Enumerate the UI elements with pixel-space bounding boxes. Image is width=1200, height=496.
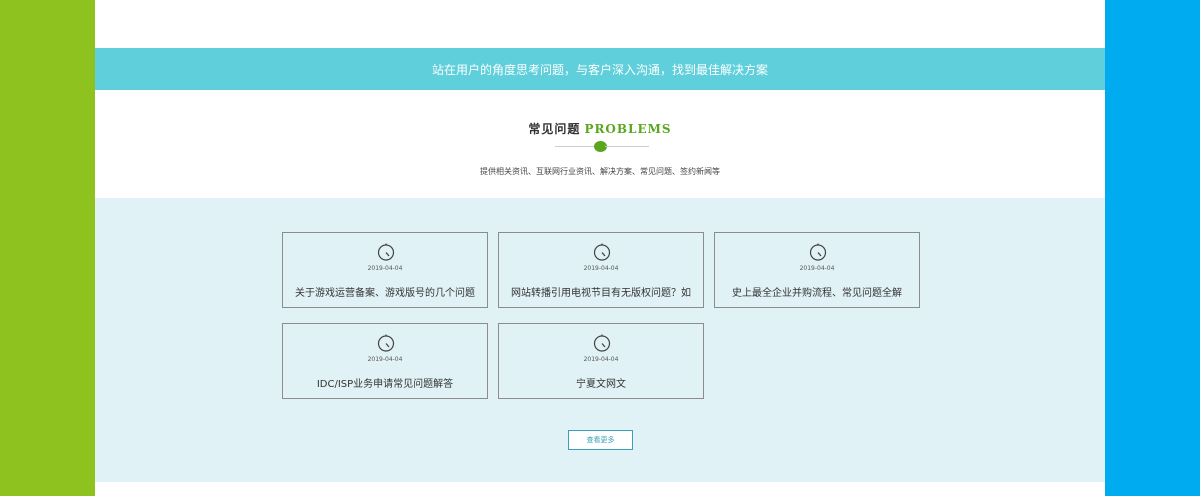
clock-icon — [377, 334, 395, 352]
article-date: 2019-04-04 — [583, 265, 619, 272]
section-subtitle: 提供相关资讯、互联网行业资讯、解决方案、常见问题、签约新闻等 — [480, 167, 720, 176]
title-divider-left — [555, 146, 599, 147]
section-title: 常见问题 PROBLEMS — [95, 120, 1105, 137]
clock-icon — [809, 243, 827, 261]
article-date: 2019-04-04 — [799, 265, 835, 272]
article-card[interactable]: 2019-04-04 关于游戏运营备案、游戏版号的几个问题 — [282, 232, 488, 308]
article-card[interactable]: 2019-04-04 宁夏文网文 — [498, 323, 704, 399]
article-title[interactable]: 网站转播引用电视节目有无版权问题？如 — [499, 284, 703, 299]
article-card[interactable]: 2019-04-04 网站转播引用电视节目有无版权问题？如 — [498, 232, 704, 308]
article-title[interactable]: 关于游戏运营备案、游戏版号的几个问题 — [283, 284, 487, 299]
section-title-cn: 常见问题 — [528, 122, 581, 136]
article-date: 2019-04-04 — [367, 356, 403, 363]
problems-panel: 2019-04-04 关于游戏运营备案、游戏版号的几个问题 2019-04-04… — [95, 198, 1105, 482]
clock-icon — [593, 243, 611, 261]
article-date: 2019-04-04 — [367, 265, 403, 272]
article-date: 2019-04-04 — [583, 356, 619, 363]
article-title[interactable]: IDC/ISP业务申请常见问题解答 — [283, 375, 487, 390]
article-title[interactable]: 宁夏文网文 — [499, 375, 703, 390]
slogan-banner: 站在用户的角度思考问题，与客户深入沟通，找到最佳解决方案 — [95, 48, 1105, 90]
main-content: 站在用户的角度思考问题，与客户深入沟通，找到最佳解决方案 常见问题 PROBLEM… — [95, 0, 1105, 496]
section-title-en: PROBLEMS — [584, 122, 672, 136]
article-card[interactable]: 2019-04-04 史上最全企业并购流程、常见问题全解 — [714, 232, 920, 308]
title-divider-right — [605, 146, 649, 147]
banner-text: 站在用户的角度思考问题，与客户深入沟通，找到最佳解决方案 — [431, 62, 768, 77]
right-side-bar — [1105, 0, 1200, 496]
clock-icon — [377, 243, 395, 261]
article-card[interactable]: 2019-04-04 IDC/ISP业务申请常见问题解答 — [282, 323, 488, 399]
view-more-button[interactable]: 查看更多 — [568, 430, 633, 450]
article-title[interactable]: 史上最全企业并购流程、常见问题全解 — [715, 284, 919, 299]
left-side-bar — [0, 0, 95, 496]
clock-icon — [593, 334, 611, 352]
